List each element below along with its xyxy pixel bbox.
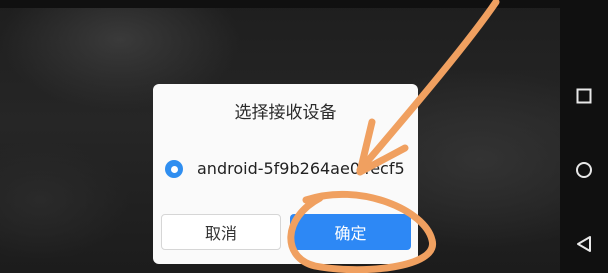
- annotation-circle: [287, 190, 436, 273]
- hand-drawn-annotation: [287, 0, 500, 273]
- annotation-arrow-shaft: [356, 0, 500, 174]
